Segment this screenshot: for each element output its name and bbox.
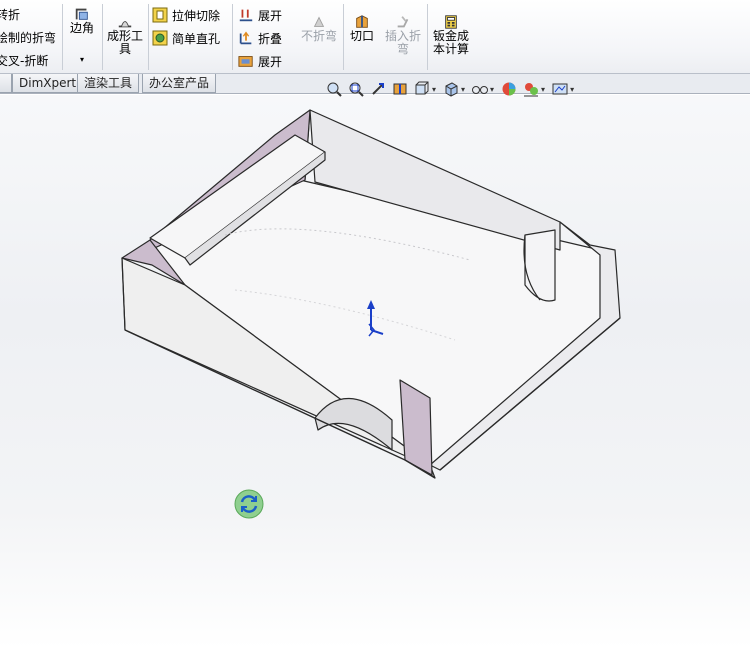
jog-label: 转折 xyxy=(0,7,21,22)
insert-bends-label-2: 弯 xyxy=(396,42,409,56)
chevron-down-icon[interactable]: ▾ xyxy=(490,85,494,94)
no-bends-button[interactable]: 不折弯 xyxy=(298,14,340,43)
no-bends-icon xyxy=(313,16,325,27)
unfold-label: 展开 xyxy=(258,8,283,23)
previous-view-icon[interactable] xyxy=(369,80,387,98)
extruded-cut-button[interactable]: 拉伸切除 xyxy=(152,5,220,25)
heads-up-view-toolbar: ▾ ▾ ▾ ▾ ▾ xyxy=(325,79,576,99)
rip-icon xyxy=(356,15,368,28)
no-bends-label: 不折弯 xyxy=(300,29,337,43)
chevron-down-icon[interactable]: ▾ xyxy=(461,85,465,94)
unfold-button[interactable]: 展开 xyxy=(238,5,282,25)
left-column-group: 转折 绘制的折弯 交叉-折断 xyxy=(0,0,60,72)
ribbon-separator xyxy=(148,4,149,70)
ribbon-separator xyxy=(232,4,233,70)
forming-tool-icon xyxy=(118,21,132,28)
corner-button[interactable]: 边角 ▾ xyxy=(66,6,98,66)
flatten-icon xyxy=(238,56,253,67)
forming-tool-label-2: 具 xyxy=(118,42,131,56)
tab-dimxpert[interactable]: DimXpert xyxy=(12,74,84,93)
extruded-cut-icon xyxy=(152,7,168,23)
rip-label: 切口 xyxy=(349,29,374,43)
edit-appearance-icon[interactable] xyxy=(500,80,518,98)
extruded-cut-label: 拉伸切除 xyxy=(172,8,221,23)
simple-hole-label: 简单直孔 xyxy=(172,31,221,46)
fold-label: 折叠 xyxy=(258,31,283,46)
forming-tool-button[interactable]: 成形工 具 xyxy=(104,14,146,56)
tab-office-products[interactable]: 办公室产品 xyxy=(142,74,217,93)
view-settings-icon[interactable] xyxy=(551,80,569,98)
simple-hole-button[interactable]: 简单直孔 xyxy=(152,28,220,48)
chevron-down-icon[interactable]: ▾ xyxy=(80,53,84,66)
fold-button[interactable]: 折叠 xyxy=(238,28,282,48)
hide-show-items-icon[interactable] xyxy=(471,80,489,98)
rip-button[interactable]: 切口 xyxy=(346,14,378,43)
fold-icon xyxy=(239,31,252,45)
tab-render-tools[interactable]: 渲染工具 xyxy=(77,74,140,93)
unfold-icon xyxy=(239,9,253,22)
insert-bends-button[interactable]: 插入折 弯 xyxy=(382,14,424,56)
insert-bends-icon xyxy=(397,16,409,28)
graphics-area[interactable]: ▾ ▾ ▾ ▾ ▾ xyxy=(0,81,750,649)
right-corner-tab[interactable] xyxy=(524,229,556,302)
ribbon-separator xyxy=(62,4,63,70)
chevron-down-icon[interactable]: ▾ xyxy=(432,85,436,94)
sheet-metal-costing-label-2: 本计算 xyxy=(432,42,469,56)
flatten-button[interactable]: 展开 xyxy=(238,51,282,71)
sketched-bend-button[interactable]: 绘制的折弯 xyxy=(0,27,56,47)
cross-break-button[interactable]: 交叉-折断 xyxy=(0,50,48,70)
rebuild-icon[interactable] xyxy=(234,489,264,519)
command-manager-ribbon: 转折 绘制的折弯 交叉-折断 边角 ▾ 成形工 具 拉伸切除 简单直孔 展开 折… xyxy=(0,0,750,74)
chevron-down-icon[interactable]: ▾ xyxy=(541,85,545,94)
cross-break-label: 交叉-折断 xyxy=(0,53,49,68)
simple-hole-icon xyxy=(152,30,168,46)
corner-label: 边角 xyxy=(69,21,94,35)
sheet-metal-costing-button[interactable]: 钣金成 本计算 xyxy=(430,14,472,56)
sheet-metal-tray-model[interactable] xyxy=(0,95,750,649)
ribbon-separator xyxy=(343,4,344,70)
jog-button[interactable]: 转折 xyxy=(0,4,20,24)
zoom-to-fit-icon[interactable] xyxy=(325,80,343,98)
ribbon-separator xyxy=(102,4,103,70)
zoom-area-icon[interactable] xyxy=(347,80,365,98)
corner-icon xyxy=(75,8,88,20)
flatten-label: 展开 xyxy=(258,54,283,69)
view-orientation-icon[interactable] xyxy=(413,80,431,98)
tab-partial[interactable] xyxy=(0,74,12,93)
chevron-down-icon[interactable]: ▾ xyxy=(570,85,574,94)
section-view-icon[interactable] xyxy=(391,80,409,98)
apply-scene-icon[interactable] xyxy=(522,80,540,98)
calculator-icon xyxy=(445,15,457,29)
ribbon-separator xyxy=(427,4,428,70)
display-style-icon[interactable] xyxy=(442,80,460,98)
sketched-bend-label: 绘制的折弯 xyxy=(0,30,57,45)
